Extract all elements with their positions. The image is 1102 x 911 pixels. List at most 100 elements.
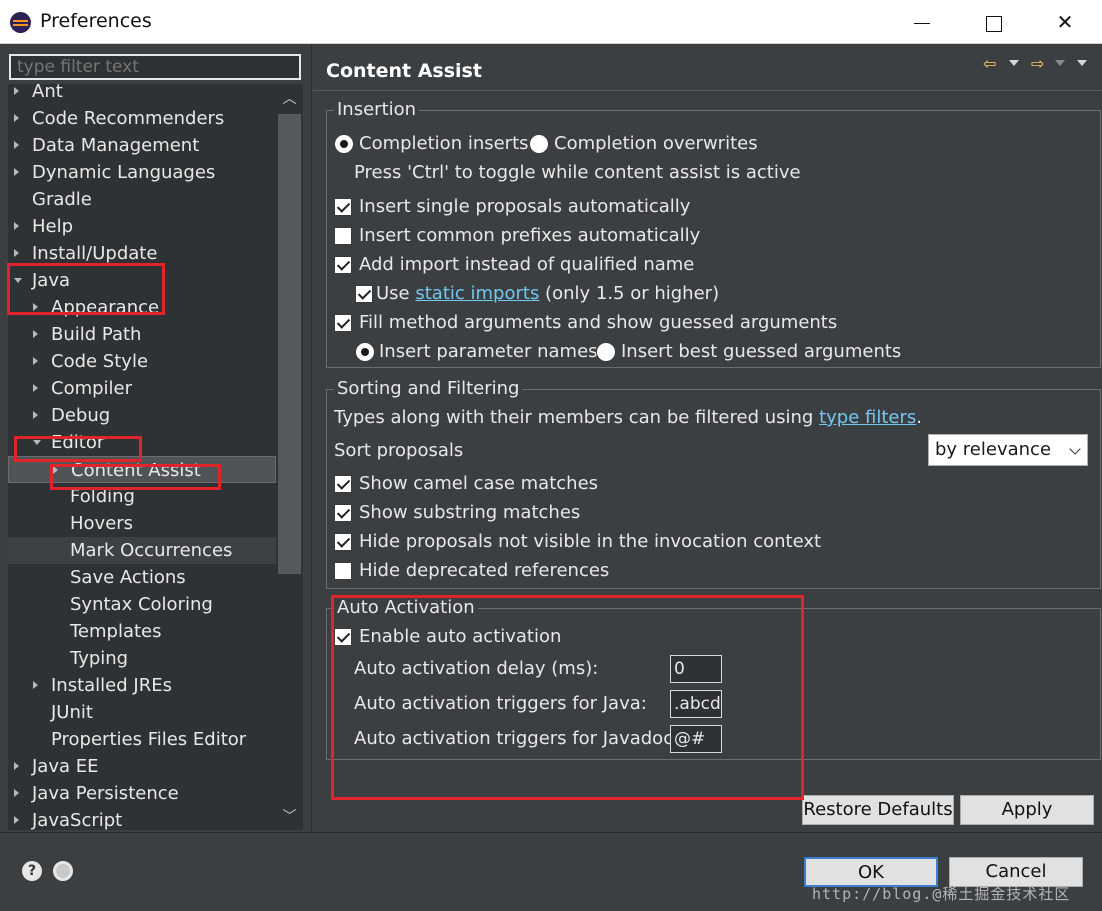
tree-item-label: Install/Update <box>32 243 158 264</box>
tree-item-code-recommenders[interactable]: Code Recommenders <box>8 105 276 132</box>
insert-single-checkbox[interactable] <box>334 198 352 216</box>
tree-collapsed-icon[interactable] <box>33 411 38 419</box>
tree-item-gradle[interactable]: Gradle <box>8 186 276 213</box>
tree-collapsed-icon[interactable] <box>14 816 19 824</box>
tree-item-label: Hovers <box>70 513 134 534</box>
tree-expanded-icon[interactable] <box>33 440 41 445</box>
hide-not-visible-option[interactable]: Hide proposals not visible in the invoca… <box>334 530 821 554</box>
restore-defaults-button[interactable]: Restore Defaults <box>802 795 954 825</box>
static-imports-link[interactable]: static imports <box>415 283 539 304</box>
tree-collapsed-icon[interactable] <box>53 466 58 474</box>
tree-collapsed-icon[interactable] <box>14 114 19 122</box>
completion-inserts-radio[interactable] <box>334 134 354 154</box>
tree-item-debug[interactable]: Debug <box>8 402 276 429</box>
close-button[interactable]: ✕ <box>1041 0 1089 44</box>
tree-scrollbar[interactable]: ︿ ﹀ <box>276 84 303 830</box>
completion-inserts-option[interactable]: Completion inserts <box>334 132 529 156</box>
camel-case-option[interactable]: Show camel case matches <box>334 472 598 496</box>
tree-item-appearance[interactable]: Appearance <box>8 294 276 321</box>
tree-item-editor[interactable]: Editor <box>8 429 276 456</box>
tree-item-javascript[interactable]: JavaScript <box>8 807 276 830</box>
tree-item-label: Typing <box>70 648 129 669</box>
tree-item-install-update[interactable]: Install/Update <box>8 240 276 267</box>
completion-overwrites-radio[interactable] <box>529 134 549 154</box>
tree-item-code-style[interactable]: Code Style <box>8 348 276 375</box>
hide-deprecated-checkbox[interactable] <box>334 562 352 580</box>
tree-item-dynamic-languages[interactable]: Dynamic Languages <box>8 159 276 186</box>
apply-button[interactable]: Apply <box>960 795 1094 825</box>
use-static-imports-option[interactable]: Use static imports (only 1.5 or higher) <box>355 282 719 306</box>
tree-item-hovers[interactable]: Hovers <box>8 510 276 537</box>
forward-history-dropdown-icon[interactable] <box>1055 60 1065 66</box>
scroll-up-button[interactable]: ︿ <box>276 86 303 112</box>
tree-collapsed-icon[interactable] <box>33 330 38 338</box>
activation-delay-input[interactable]: 0 <box>670 655 722 683</box>
maximize-button[interactable] <box>970 0 1018 44</box>
substring-checkbox[interactable] <box>334 504 352 522</box>
add-import-checkbox[interactable] <box>334 256 352 274</box>
tree-collapsed-icon[interactable] <box>14 222 19 230</box>
tree-item-folding[interactable]: Folding <box>8 483 276 510</box>
forward-arrow-icon[interactable]: ⇨ <box>1031 54 1044 73</box>
type-filters-link[interactable]: type filters <box>819 407 916 428</box>
insert-parameter-names-option[interactable]: Insert parameter names <box>355 340 598 364</box>
insert-best-guessed-option[interactable]: Insert best guessed arguments <box>596 340 901 364</box>
tree-collapsed-icon[interactable] <box>14 141 19 149</box>
tree-collapsed-icon[interactable] <box>33 681 38 689</box>
tree-item-java[interactable]: Java <box>8 267 276 294</box>
import-export-icon[interactable] <box>53 861 73 881</box>
hide-deprecated-option[interactable]: Hide deprecated references <box>334 559 609 583</box>
tree-item-installed-jres[interactable]: Installed JREs <box>8 672 276 699</box>
hide-not-visible-checkbox[interactable] <box>334 533 352 551</box>
tree-item-junit[interactable]: JUnit <box>8 699 276 726</box>
tree-item-properties-files-editor[interactable]: Properties Files Editor <box>8 726 276 753</box>
tree-collapsed-icon[interactable] <box>14 789 19 797</box>
insert-common-option[interactable]: Insert common prefixes automatically <box>334 224 700 248</box>
back-arrow-icon[interactable]: ⇦ <box>983 54 996 73</box>
camel-case-checkbox[interactable] <box>334 475 352 493</box>
help-icon[interactable]: ? <box>22 861 42 881</box>
tree-collapsed-icon[interactable] <box>33 303 38 311</box>
tree-item-templates[interactable]: Templates <box>8 618 276 645</box>
tree-item-java-ee[interactable]: Java EE <box>8 753 276 780</box>
tree-item-mark-occurrences[interactable]: Mark Occurrences <box>8 537 276 564</box>
java-triggers-input[interactable]: .abcd <box>670 690 722 718</box>
insert-best-guessed-radio[interactable] <box>596 342 616 362</box>
tree-item-syntax-coloring[interactable]: Syntax Coloring <box>8 591 276 618</box>
tree-collapsed-icon[interactable] <box>33 384 38 392</box>
substring-option[interactable]: Show substring matches <box>334 501 580 525</box>
scroll-down-button[interactable]: ﹀ <box>276 804 303 830</box>
insert-common-checkbox[interactable] <box>334 227 352 245</box>
use-static-imports-checkbox[interactable] <box>355 285 373 303</box>
javadoc-triggers-input[interactable]: @# <box>670 725 722 753</box>
tree-item-build-path[interactable]: Build Path <box>8 321 276 348</box>
minimize-button[interactable] <box>898 0 946 44</box>
tree-item-java-persistence[interactable]: Java Persistence <box>8 780 276 807</box>
tree-item-content-assist[interactable]: Content Assist <box>8 456 276 483</box>
filter-input[interactable] <box>9 54 301 80</box>
tree-item-compiler[interactable]: Compiler <box>8 375 276 402</box>
tree-expanded-icon[interactable] <box>14 278 22 283</box>
tree-item-save-actions[interactable]: Save Actions <box>8 564 276 591</box>
enable-auto-activation-checkbox[interactable] <box>334 628 352 646</box>
fill-arguments-checkbox[interactable] <box>334 314 352 332</box>
fill-arguments-option[interactable]: Fill method arguments and show guessed a… <box>334 311 837 335</box>
tree-item-help[interactable]: Help <box>8 213 276 240</box>
tree-collapsed-icon[interactable] <box>14 762 19 770</box>
scroll-thumb[interactable] <box>278 114 301 574</box>
sort-proposals-select[interactable]: by relevance <box>928 434 1088 466</box>
tree-item-typing[interactable]: Typing <box>8 645 276 672</box>
insert-single-option[interactable]: Insert single proposals automatically <box>334 195 690 219</box>
add-import-option[interactable]: Add import instead of qualified name <box>334 253 694 277</box>
tree-item-data-management[interactable]: Data Management <box>8 132 276 159</box>
tree-collapsed-icon[interactable] <box>14 87 19 95</box>
view-menu-icon[interactable] <box>1077 60 1087 66</box>
enable-auto-activation-option[interactable]: Enable auto activation <box>334 625 561 649</box>
tree-collapsed-icon[interactable] <box>33 357 38 365</box>
tree-item-ant[interactable]: Ant <box>8 84 276 105</box>
insert-parameter-names-radio[interactable] <box>355 342 375 362</box>
completion-overwrites-option[interactable]: Completion overwrites <box>529 132 758 156</box>
tree-collapsed-icon[interactable] <box>14 168 19 176</box>
tree-collapsed-icon[interactable] <box>14 249 19 257</box>
back-history-dropdown-icon[interactable] <box>1009 60 1019 66</box>
